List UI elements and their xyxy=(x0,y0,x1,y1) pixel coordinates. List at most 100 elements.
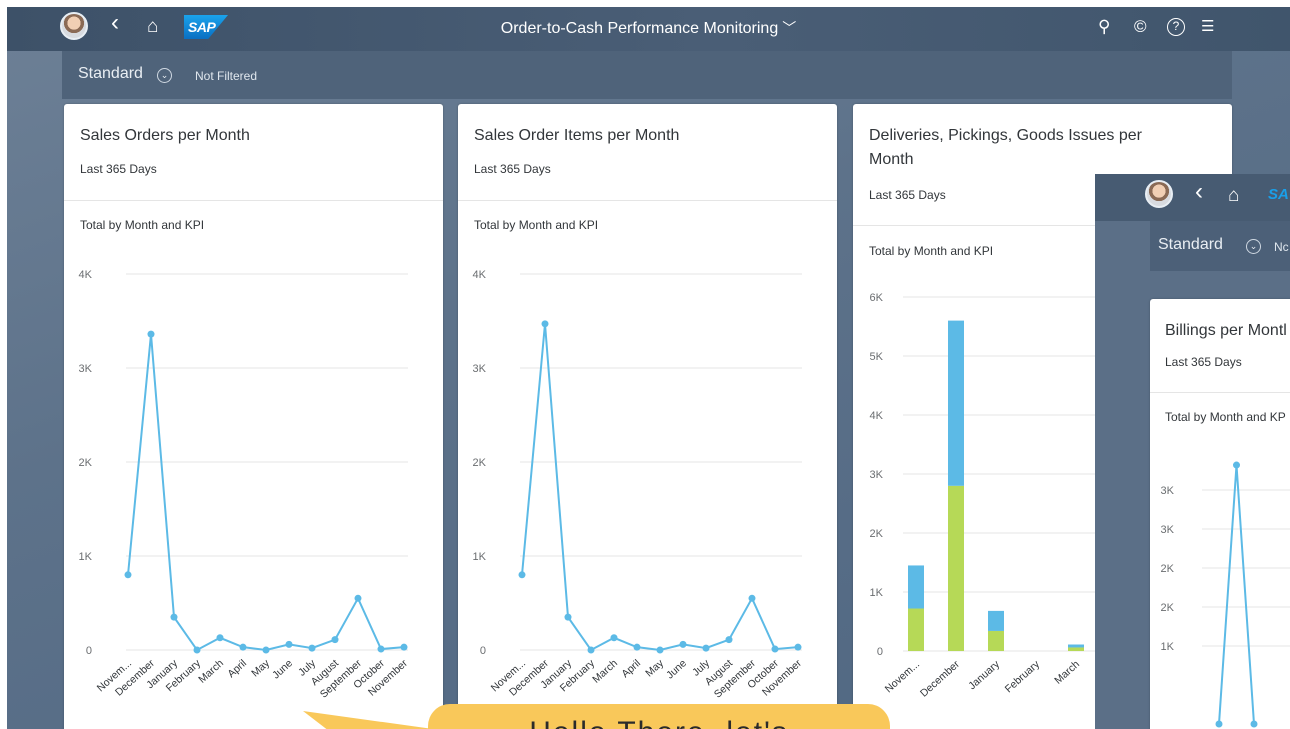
y-tick-label: 0 xyxy=(877,646,883,658)
x-tick-label: June xyxy=(664,657,689,681)
y-tick-label: 2K xyxy=(870,528,884,540)
x-tick-label: May xyxy=(249,657,272,680)
data-point xyxy=(725,636,733,644)
overlay-sap-logo[interactable]: SA xyxy=(1268,186,1289,203)
data-point xyxy=(354,594,362,602)
card-title: Billings per Montl xyxy=(1165,322,1287,339)
bar-segment-blue xyxy=(908,565,924,609)
data-point xyxy=(239,643,247,651)
card-title-line1: Deliveries, Pickings, Goods Issues per xyxy=(869,127,1142,144)
data-point xyxy=(1250,720,1258,728)
filter-status: Not Filtered xyxy=(195,69,258,83)
y-tick-label: 3K xyxy=(473,363,487,375)
data-point xyxy=(193,646,201,654)
overlay-variant-bar: Standard ⌄ Nc xyxy=(1150,221,1290,271)
overlay-filter-status: Nc xyxy=(1274,240,1289,254)
data-point xyxy=(285,640,293,648)
y-tick-label: 0 xyxy=(480,645,486,657)
chart-label: Total by Month and KPI xyxy=(869,244,994,258)
card-divider xyxy=(64,200,443,201)
chevron-down-icon: ﹀ xyxy=(782,20,797,36)
overlay-shell-bar: ‹ ⌂ SA xyxy=(1095,174,1290,221)
data-point xyxy=(400,643,408,651)
variant-chevron-icon[interactable]: ⌄ xyxy=(157,68,172,83)
x-tick-label: March xyxy=(590,657,620,686)
launchpad-screen: ‹ ⌂ SAP Order-to-Cash Performance Monito… xyxy=(7,7,1290,729)
y-tick-label: 2K xyxy=(79,457,93,469)
card-subtitle: Last 365 Days xyxy=(80,162,157,176)
y-tick-label: 4K xyxy=(79,269,93,281)
card-title-line2: Month xyxy=(869,151,914,168)
x-tick-label: April xyxy=(619,657,643,680)
data-point xyxy=(216,634,224,642)
overlay-variant-name[interactable]: Standard xyxy=(1158,236,1223,254)
y-tick-label: 2K xyxy=(1161,602,1175,614)
x-tick-label: February xyxy=(1003,658,1043,696)
card-title: Sales Order Items per Month xyxy=(474,127,680,144)
shell-bar: ‹ ⌂ SAP Order-to-Cash Performance Monito… xyxy=(7,7,1290,51)
search-icon[interactable]: ⚲ xyxy=(1098,16,1110,38)
data-point xyxy=(587,646,595,654)
bar-segment-blue xyxy=(1068,644,1084,648)
data-point xyxy=(610,634,618,642)
overlay-avatar[interactable] xyxy=(1145,180,1173,208)
y-tick-label: 3K xyxy=(870,469,884,481)
series-line xyxy=(127,334,405,652)
data-point xyxy=(518,571,526,579)
variant-name[interactable]: Standard xyxy=(78,65,143,83)
bar-segment-green xyxy=(948,485,964,651)
overlay-home-icon[interactable]: ⌂ xyxy=(1228,185,1239,207)
data-point xyxy=(702,644,710,652)
bar-segment-green xyxy=(908,608,924,651)
y-tick-label: 0 xyxy=(86,645,92,657)
data-point xyxy=(771,645,779,653)
overlay-variant-chevron-icon[interactable]: ⌄ xyxy=(1246,239,1261,254)
x-tick-label: May xyxy=(643,657,666,680)
overlay-back-icon[interactable]: ‹ xyxy=(1195,180,1203,204)
y-tick-label: 1K xyxy=(79,551,93,563)
card-sales-orders[interactable]: Sales Orders per Month Last 365 Days Tot… xyxy=(64,104,443,729)
data-point xyxy=(794,643,802,651)
bar-segment-blue xyxy=(988,610,1004,631)
y-tick-label: 4K xyxy=(870,410,884,422)
card-sales-order-items[interactable]: Sales Order Items per Month Last 365 Day… xyxy=(458,104,837,729)
data-point xyxy=(331,636,339,644)
assistant-tooltip[interactable]: Hello There, let's xyxy=(428,704,890,729)
card-billings[interactable]: Billings per Montl Last 365 Days Total b… xyxy=(1150,299,1290,729)
data-point xyxy=(377,645,385,653)
y-tick-label: 3K xyxy=(1161,485,1175,497)
x-tick-label: April xyxy=(225,657,249,680)
bar-segment-green xyxy=(1068,647,1084,651)
y-tick-label: 3K xyxy=(1161,524,1175,536)
x-tick-label: June xyxy=(270,657,295,681)
bar-segment-blue xyxy=(948,320,964,486)
x-tick-label: March xyxy=(196,657,226,686)
x-tick-label: December xyxy=(918,658,962,700)
chart-label: Total by Month and KPI xyxy=(80,218,205,232)
card-subtitle: Last 365 Days xyxy=(474,162,551,176)
data-point xyxy=(679,640,687,648)
data-point xyxy=(170,613,178,621)
app-title-text: Order-to-Cash Performance Monitoring xyxy=(500,20,779,37)
y-tick-label: 2K xyxy=(473,457,487,469)
chart-label: Total by Month and KPI xyxy=(474,218,599,232)
copilot-icon[interactable]: © xyxy=(1134,16,1147,38)
data-point xyxy=(147,330,155,338)
data-point xyxy=(748,594,756,602)
y-tick-label: 6K xyxy=(870,292,884,304)
line-chart-sales-orders: 01K2K3K4KNovem...DecemberJanuaryFebruary… xyxy=(79,269,411,701)
help-icon[interactable]: ? xyxy=(1167,18,1185,36)
notifications-icon[interactable]: ☰ xyxy=(1201,16,1214,38)
line-chart-sales-order-items: 01K2K3K4KNovem...DecemberJanuaryFebruary… xyxy=(473,269,805,701)
tooltip-text: Hello There, let's xyxy=(428,716,890,729)
card-divider xyxy=(1150,392,1290,393)
card-subtitle: Last 365 Days xyxy=(1165,355,1242,369)
y-tick-label: 4K xyxy=(473,269,487,281)
series-line xyxy=(1218,464,1255,725)
data-point xyxy=(656,646,664,654)
chart-label: Total by Month and KP xyxy=(1165,410,1286,424)
line-chart-billings: 1K 2K 2K 3K 3K xyxy=(1161,461,1290,728)
data-point xyxy=(564,613,572,621)
data-point xyxy=(633,643,641,651)
y-tick-label: 2K xyxy=(1161,563,1175,575)
